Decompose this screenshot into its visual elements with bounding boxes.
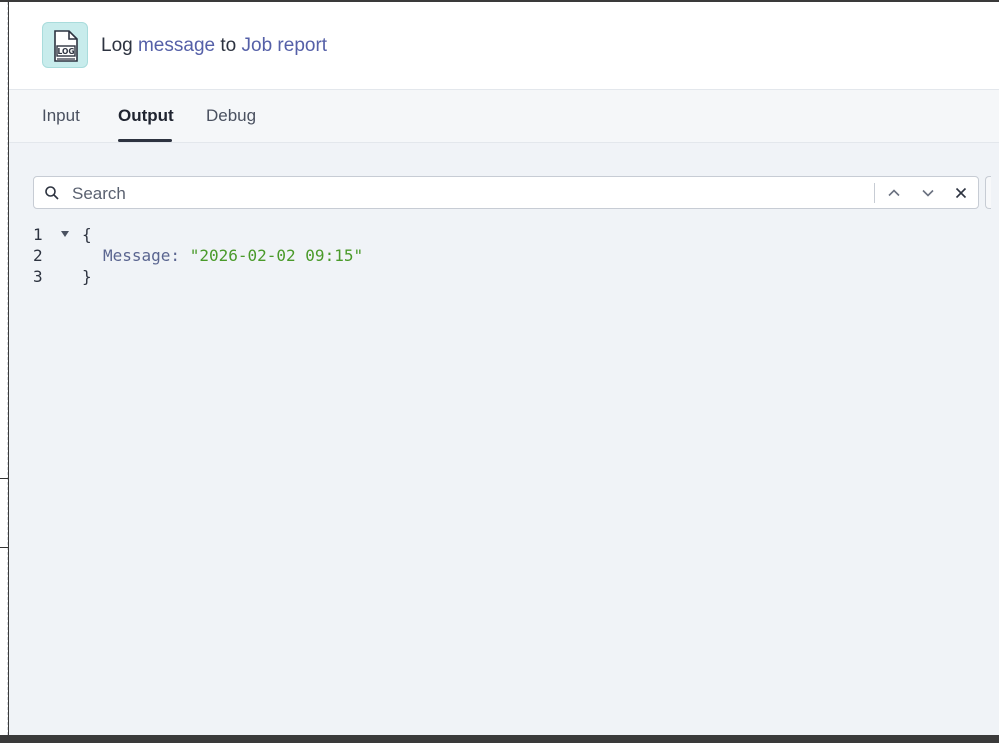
close-icon: [955, 187, 967, 199]
divider: [0, 547, 8, 548]
search-bar: [33, 176, 979, 209]
fold-toggle-icon[interactable]: [61, 231, 69, 237]
code-line: 3 }: [33, 266, 92, 287]
search-divider: [874, 183, 875, 203]
line-number: 3: [33, 267, 43, 286]
search-icon: [44, 185, 60, 206]
toolbar-edge-button[interactable]: [985, 176, 991, 209]
active-tab-indicator: [118, 139, 172, 142]
json-key: Message:: [103, 246, 190, 265]
chevron-down-icon: [922, 189, 934, 197]
code-line: 2 Message: "2026-02-02 09:15": [33, 245, 363, 266]
json-viewer: 1 { 2 Message: "2026-02-02 09:15" 3 }: [33, 224, 363, 287]
tab-output[interactable]: Output: [118, 106, 174, 126]
code-text: {: [82, 225, 92, 244]
panel-header: LOG Log message to Job report: [9, 2, 999, 90]
json-string-value: "2026-02-02 09:15": [189, 246, 364, 265]
code-text: }: [82, 267, 92, 286]
line-number: 1: [33, 225, 43, 244]
line-number: 2: [33, 246, 43, 265]
tab-bar: Input Output Debug: [9, 90, 999, 143]
step-details-panel: LOG Log message to Job report Input Outp…: [9, 2, 999, 735]
divider: [0, 478, 8, 479]
code-text: Message: "2026-02-02 09:15": [103, 245, 363, 266]
tab-debug[interactable]: Debug: [206, 106, 256, 126]
title-middle: to: [220, 35, 237, 56]
window-frame: LOG Log message to Job report Input Outp…: [0, 0, 999, 743]
title-prefix: Log: [101, 35, 133, 56]
job-report-link[interactable]: Job report: [242, 35, 328, 56]
tab-input[interactable]: Input: [42, 106, 80, 126]
previous-match-button[interactable]: [882, 181, 906, 205]
left-canvas-strip: [0, 2, 8, 735]
next-match-button[interactable]: [916, 181, 940, 205]
search-input[interactable]: [70, 181, 874, 206]
chevron-up-icon: [888, 189, 900, 197]
log-file-icon: LOG: [42, 22, 88, 68]
clear-search-button[interactable]: [949, 181, 973, 205]
step-title: Log message to Job report: [101, 35, 327, 57]
message-link[interactable]: message: [138, 35, 215, 56]
log-icon-label: LOG: [57, 47, 74, 56]
code-line: 1 {: [33, 224, 92, 245]
